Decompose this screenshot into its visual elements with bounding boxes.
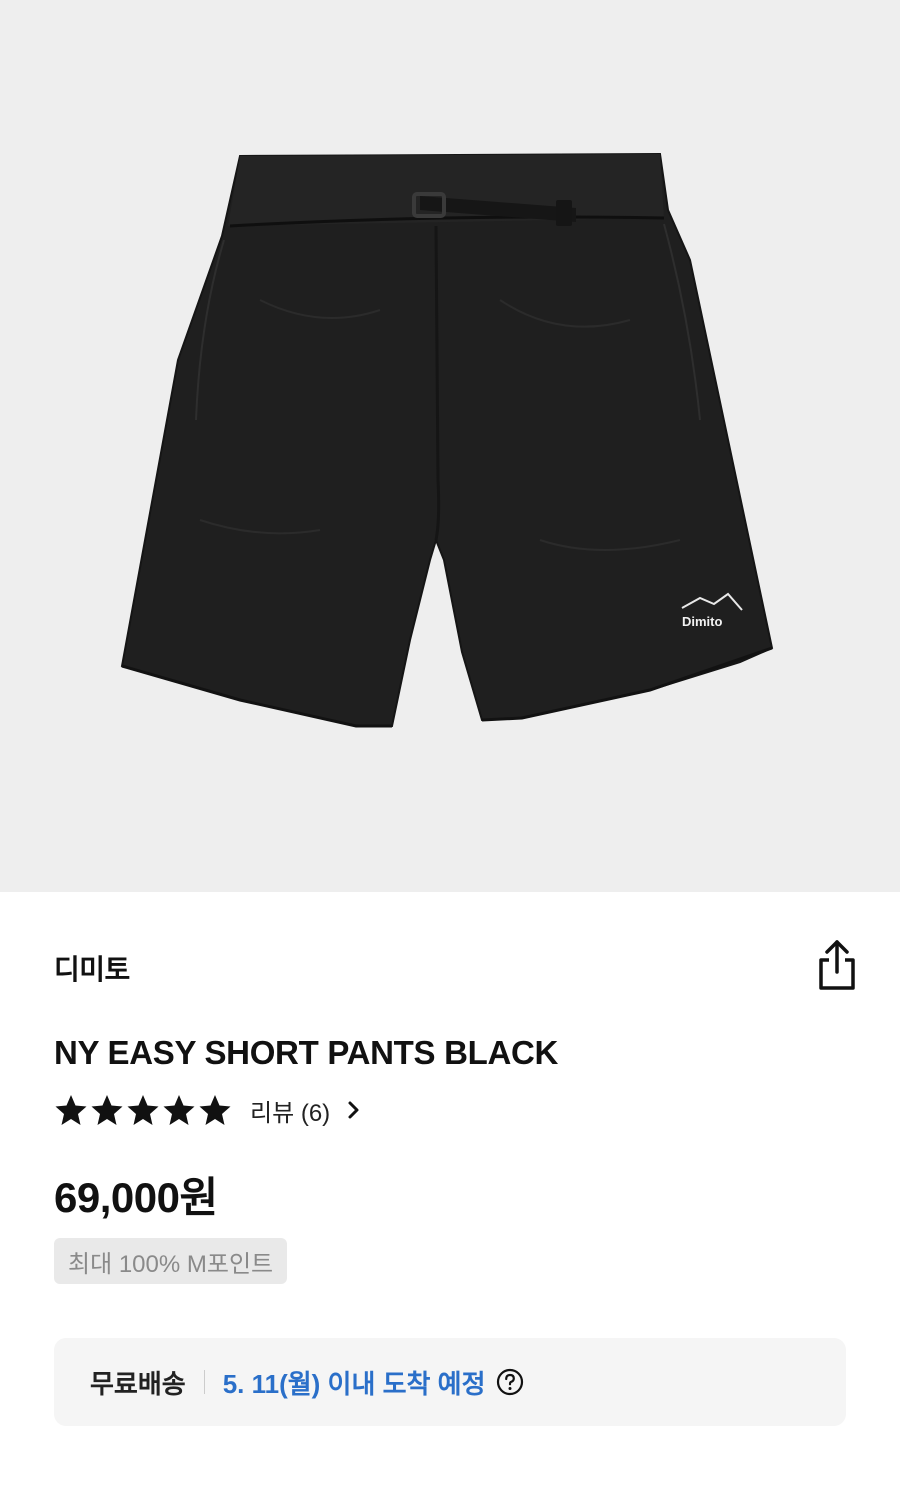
review-count[interactable]: 리뷰 (6) — [250, 1093, 330, 1128]
star-icon — [163, 1095, 195, 1125]
delivery-eta: 5. 11(월) 이내 도착 예정 — [222, 1368, 486, 1399]
product-info: 디미토 NY EASY SHORT PANTS BLACK 리뷰 (6) 69,… — [0, 892, 900, 1500]
product-title: NY EASY SHORT PANTS BLACK — [54, 1034, 559, 1071]
brand-logo-text: Dimito — [682, 614, 723, 629]
product-price: 69,000원 — [54, 1174, 218, 1221]
shipping-divider — [203, 1370, 205, 1394]
shorts-image: Dimito — [120, 152, 774, 728]
star-rating — [54, 1093, 232, 1127]
star-icon — [199, 1095, 231, 1125]
product-image[interactable]: Dimito — [0, 0, 900, 892]
share-icon[interactable] — [812, 938, 862, 992]
shipping-label: 무료배송 — [90, 1368, 186, 1399]
chevron-right-icon[interactable] — [346, 1099, 362, 1121]
star-icon — [127, 1095, 159, 1125]
rating-review-link[interactable]: 리뷰 (6) — [54, 1092, 362, 1128]
star-icon — [55, 1095, 87, 1125]
star-icon — [91, 1095, 123, 1125]
shipping-info: 무료배송 5. 11(월) 이내 도착 예정 — [54, 1338, 846, 1426]
help-circle-icon[interactable] — [496, 1368, 524, 1396]
points-badge: 최대 100% M포인트 — [54, 1238, 288, 1284]
brand-name[interactable]: 디미토 — [54, 948, 130, 988]
